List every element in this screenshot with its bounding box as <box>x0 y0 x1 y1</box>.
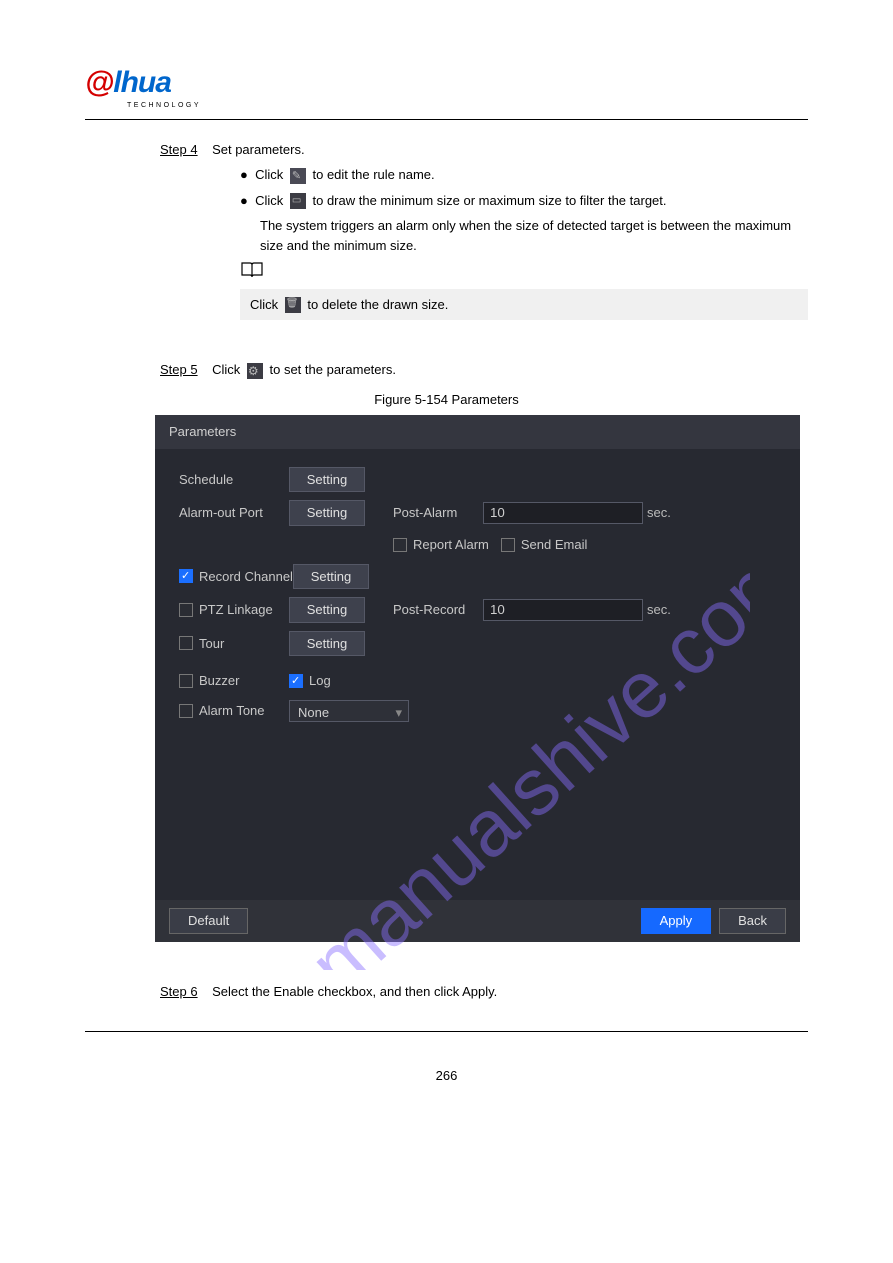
step-6-text: Select the Enable checkbox, and then cli… <box>212 984 497 999</box>
parameters-dialog: Parameters Schedule Setting Alarm-out Po… <box>155 415 800 942</box>
step-6: Step 6 Select the Enable checkbox, and t… <box>160 982 808 1002</box>
logo-letter-a: @ <box>85 66 113 99</box>
draw-rule-icon <box>290 193 306 209</box>
log-checkbox[interactable] <box>289 674 303 688</box>
reportalarm-label: Report Alarm <box>413 535 489 555</box>
ptzlinkage-label: PTZ Linkage <box>199 600 273 620</box>
log-label: Log <box>309 671 331 691</box>
step-4-bullet-1: ● Click to edit the rule name. <box>240 165 808 185</box>
postalarm-sec: sec. <box>647 503 671 523</box>
step-5: Step 5 Click to set the parameters. <box>160 360 808 380</box>
schedule-setting-button[interactable]: Setting <box>289 467 365 493</box>
logo-subtext: TECHNOLOGY <box>127 101 201 112</box>
edit-icon <box>290 168 306 184</box>
recordchannel-label: Record Channel <box>199 567 293 587</box>
step-4: Step 4 Set parameters. <box>160 140 808 160</box>
note-box: Click to delete the drawn size. <box>240 289 808 321</box>
back-button[interactable]: Back <box>719 908 786 934</box>
tour-label: Tour <box>199 634 224 654</box>
step-6-label: Step 6 <box>160 984 198 999</box>
dialog-title: Parameters <box>155 415 800 449</box>
header-bar: @lhua TECHNOLOGY <box>85 60 808 120</box>
tour-checkbox[interactable] <box>179 636 193 650</box>
tour-setting-button[interactable]: Setting <box>289 631 365 657</box>
step-4-label: Step 4 <box>160 142 198 157</box>
step-5-label: Step 5 <box>160 362 198 377</box>
alarmtone-select[interactable]: None <box>289 700 409 722</box>
alarmtone-checkbox[interactable] <box>179 704 193 718</box>
logo-rest: lhua <box>113 66 171 99</box>
schedule-label: Schedule <box>179 470 289 490</box>
logo: @lhua TECHNOLOGY <box>85 60 201 112</box>
figure-caption: Figure 5-154 Parameters <box>85 390 808 410</box>
dialog-footer: Default Apply Back <box>155 900 800 942</box>
apply-button[interactable]: Apply <box>641 908 712 934</box>
postrecord-input[interactable] <box>483 599 643 621</box>
reportalarm-checkbox[interactable] <box>393 538 407 552</box>
buzzer-checkbox[interactable] <box>179 674 193 688</box>
footer-rule <box>85 1031 808 1036</box>
buzzer-label: Buzzer <box>199 671 239 691</box>
postalarm-input[interactable] <box>483 502 643 524</box>
alarmtone-label: Alarm Tone <box>199 701 265 721</box>
alarmout-setting-button[interactable]: Setting <box>289 500 365 526</box>
step-4-bullet-2: ● Click to draw the minimum size or maxi… <box>240 191 808 211</box>
alarmtone-value: None <box>298 705 329 720</box>
sendemail-label: Send Email <box>521 535 587 555</box>
postrecord-sec: sec. <box>647 600 671 620</box>
recordchannel-setting-button[interactable]: Setting <box>293 564 369 590</box>
step-4-text: Set parameters. <box>212 142 305 157</box>
recordchannel-checkbox[interactable] <box>179 569 193 583</box>
sendemail-checkbox[interactable] <box>501 538 515 552</box>
trash-icon <box>285 297 301 313</box>
alarmout-label: Alarm-out Port <box>179 503 289 523</box>
postalarm-label: Post-Alarm <box>393 503 483 523</box>
postrecord-label: Post-Record <box>393 600 483 620</box>
step-4-bullet-2b: The system triggers an alarm only when t… <box>260 216 808 255</box>
default-button[interactable]: Default <box>169 908 248 934</box>
gear-icon <box>247 363 263 379</box>
ptzlinkage-setting-button[interactable]: Setting <box>289 597 365 623</box>
ptzlinkage-checkbox[interactable] <box>179 603 193 617</box>
page-number: 266 <box>85 1066 808 1086</box>
note-book-icon <box>240 261 264 285</box>
